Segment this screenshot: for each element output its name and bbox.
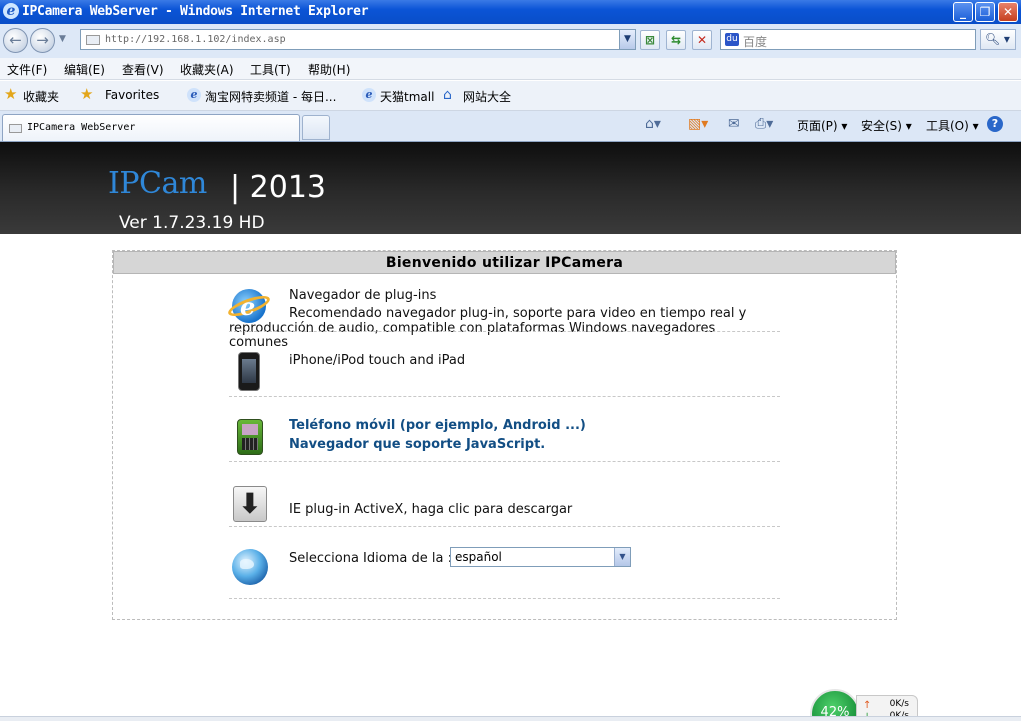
stop-button[interactable]: ✕: [692, 30, 712, 50]
ie-page-icon: e: [187, 88, 201, 102]
history-dropdown-icon[interactable]: ▼: [59, 34, 66, 44]
firmware-version: Ver 1.7.23.19 HD: [119, 213, 265, 233]
language-select[interactable]: español ▼: [450, 547, 631, 567]
url-text[interactable]: http://192.168.1.102/index.asp: [105, 34, 286, 45]
fav-item-taobao[interactable]: 淘宝网特卖频道 - 每日...: [205, 88, 336, 105]
tab-title: IPCamera WebServer: [27, 122, 136, 133]
window-title: IPCamera WebServer - Windows Internet Ex…: [22, 4, 369, 19]
mobile-phone-icon[interactable]: [237, 419, 263, 455]
plugin-description: Recomendado navegador plug-in, soporte p…: [229, 306, 747, 350]
iphone-link[interactable]: iPhone/iPod touch and iPad: [289, 353, 465, 368]
title-bar: e IPCamera WebServer - Windows Internet …: [0, 0, 1021, 24]
menu-help[interactable]: 帮助(H): [308, 61, 350, 78]
mobile-link[interactable]: Teléfono móvil (por ejemplo, Android ...…: [289, 418, 586, 433]
iphone-icon[interactable]: [238, 352, 260, 391]
home-icon[interactable]: ⌂▾: [645, 116, 661, 132]
panel-heading: Bienvenido utilizar IPCamera: [113, 251, 896, 274]
baidu-icon: du: [725, 33, 739, 46]
url-dropdown-button[interactable]: ▼: [619, 30, 635, 49]
print-icon[interactable]: ⎙▾: [755, 116, 773, 132]
ie-page-icon: e: [362, 88, 376, 102]
chevron-down-icon[interactable]: ▼: [614, 548, 630, 566]
plugin-title[interactable]: Navegador de plug-ins: [289, 288, 436, 303]
tab-bar: IPCamera WebServer ⌂▾ ▧▾ ✉ ⎙▾ 页面(P) ▾ 安全…: [0, 111, 1021, 142]
search-button[interactable]: 🔍︎ ▾: [980, 29, 1016, 50]
row-divider: [229, 598, 780, 599]
globe-icon: [232, 549, 268, 585]
row-divider: [229, 526, 780, 527]
favorites-button[interactable]: 收藏夹: [23, 88, 59, 105]
search-icon: 🔍︎ ▾: [981, 32, 1010, 46]
minimize-button[interactable]: _: [953, 2, 973, 22]
fav-item-sites[interactable]: 网站大全: [463, 88, 511, 105]
url-field[interactable]: http://192.168.1.102/index.asp ▼: [80, 29, 636, 50]
banner-year: | 2013: [230, 170, 326, 205]
ie-logo-icon: e: [3, 3, 19, 19]
help-icon[interactable]: ?: [987, 116, 1003, 132]
menu-file[interactable]: 文件(F): [7, 61, 47, 78]
banner: IPCam | 2013 Ver 1.7.23.19 HD: [0, 142, 1021, 234]
refresh-button[interactable]: ⇆: [666, 30, 686, 50]
safety-menu[interactable]: 安全(S) ▾: [861, 117, 912, 134]
row-divider: [229, 461, 780, 462]
add-favorite-icon[interactable]: ★: [80, 85, 93, 103]
page-icon: [9, 124, 22, 133]
search-placeholder: 百度: [743, 35, 768, 49]
favorites-bar: ★ 收藏夹 ★ Favorites e 淘宝网特卖频道 - 每日... e 天猫…: [0, 81, 1021, 111]
restore-button[interactable]: ❐: [975, 2, 995, 22]
menu-bar: 文件(F) 编辑(E) 查看(V) 收藏夹(A) 工具(T) 帮助(H): [0, 58, 1021, 80]
fav-item-favorites[interactable]: Favorites: [105, 88, 159, 102]
menu-favorites[interactable]: 收藏夹(A): [180, 61, 234, 78]
home-site-icon: ⌂: [443, 87, 452, 103]
forward-button[interactable]: →: [30, 28, 55, 53]
tools-menu[interactable]: 工具(O) ▾: [926, 117, 979, 134]
page-icon: [86, 35, 100, 45]
language-value: español: [455, 550, 502, 564]
web-page: IPCam | 2013 Ver 1.7.23.19 HD Bienvenido…: [0, 142, 1021, 716]
menu-view[interactable]: 查看(V): [122, 61, 164, 78]
feeds-icon[interactable]: ▧▾: [688, 116, 708, 132]
upload-rate: 0K/s: [889, 699, 909, 709]
activex-download-link[interactable]: IE plug-in ActiveX, haga clic para desca…: [289, 502, 572, 517]
row-divider: [229, 396, 780, 397]
favorites-star-icon: ★: [4, 85, 18, 103]
download-icon[interactable]: ⬇: [233, 486, 267, 522]
page-menu[interactable]: 页面(P) ▾: [797, 117, 847, 134]
tab-ipcamera[interactable]: IPCamera WebServer: [2, 114, 300, 141]
menu-edit[interactable]: 编辑(E): [64, 61, 105, 78]
language-label: Selecciona Idioma de la :: [289, 551, 452, 566]
fav-item-tmall[interactable]: 天猫tmall: [380, 88, 434, 105]
new-tab-button[interactable]: [302, 115, 330, 140]
status-bar: [0, 716, 1021, 721]
welcome-panel: Bienvenido utilizar IPCamera e Navegador…: [112, 250, 897, 620]
mail-icon[interactable]: ✉: [728, 116, 740, 132]
compatibility-view-button[interactable]: ⊠: [640, 30, 660, 50]
back-button[interactable]: ←: [3, 28, 28, 53]
ipcam-logo: IPCam: [108, 166, 207, 201]
address-bar: ← → ▼ http://192.168.1.102/index.asp ▼ ⊠…: [0, 24, 1021, 58]
menu-tools[interactable]: 工具(T): [250, 61, 291, 78]
search-field[interactable]: du 百度: [720, 29, 976, 50]
mobile-javascript-note[interactable]: Navegador que soporte JavaScript.: [289, 437, 545, 452]
upload-arrow-icon: ↑: [863, 700, 872, 711]
close-window-button[interactable]: ✕: [998, 2, 1018, 22]
row-divider: [229, 331, 780, 332]
